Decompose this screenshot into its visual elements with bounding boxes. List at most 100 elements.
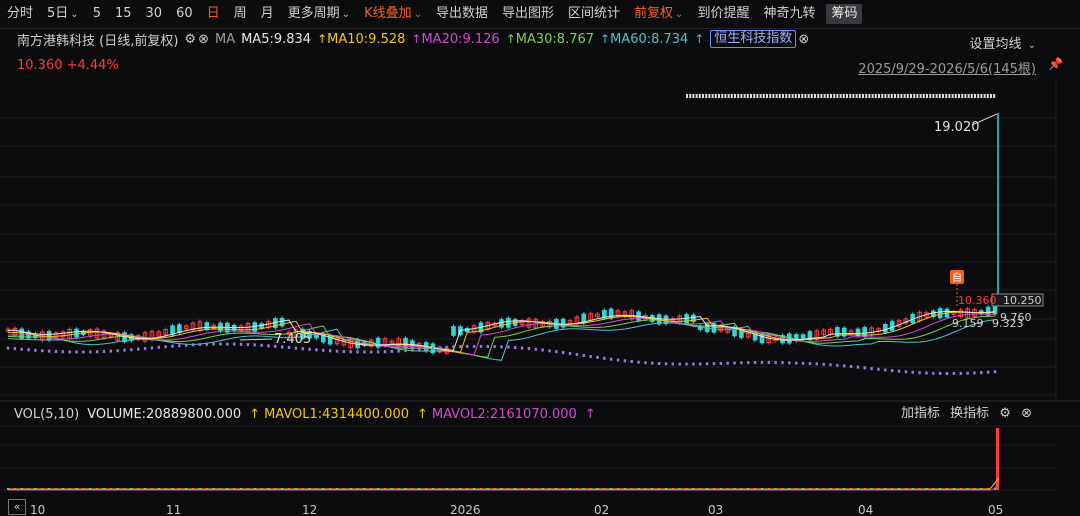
add-indicator-button[interactable]: 加指标 (901, 406, 940, 421)
index-overlay-point (13, 347, 17, 351)
top-marker (714, 94, 717, 98)
index-overlay-point (582, 353, 585, 357)
top-marker (967, 94, 970, 98)
top-marker (708, 94, 711, 98)
index-overlay-point (836, 363, 839, 367)
index-overlay-point (712, 362, 716, 366)
index-overlay-point (431, 346, 435, 350)
index-overlay-point (328, 349, 332, 353)
index-overlay-point (157, 345, 160, 349)
gear-icon[interactable]: ⚙ (999, 406, 1011, 421)
index-overlay-point (644, 361, 647, 365)
index-overlay-point (651, 361, 654, 365)
index-overlay-point (232, 342, 236, 346)
index-overlay-point (75, 350, 78, 354)
candle-body (451, 326, 456, 336)
index-overlay-point (609, 357, 613, 361)
close-icon[interactable]: ⊗ (1021, 406, 1032, 421)
index-overlay-point (555, 350, 558, 354)
index-overlay-point (630, 360, 633, 364)
top-marker (740, 94, 743, 98)
top-marker (807, 94, 810, 98)
index-overlay-point (520, 346, 524, 350)
top-marker (919, 94, 922, 98)
index-overlay-point (980, 371, 983, 375)
top-marker (686, 94, 688, 98)
top-marker (986, 94, 989, 98)
top-marker (718, 94, 720, 98)
index-overlay-point (130, 348, 133, 352)
index-overlay-point (514, 346, 517, 350)
top-marker (929, 94, 932, 98)
arrow-up-icon: ↑ (584, 406, 596, 422)
candle-body (937, 308, 943, 319)
x-axis-label: 12 (302, 503, 317, 516)
top-marker (900, 94, 903, 98)
index-overlay-point (993, 370, 997, 374)
index-overlay-point (116, 349, 119, 353)
index-overlay-point (767, 360, 771, 364)
top-marker (964, 94, 967, 98)
top-marker (730, 94, 733, 98)
top-marker (868, 94, 871, 98)
candle-body (889, 321, 895, 331)
index-overlay-point (897, 369, 901, 373)
switch-indicator-button[interactable]: 换指标 (950, 406, 989, 421)
index-overlay-point (418, 348, 421, 352)
index-overlay-point (89, 350, 92, 354)
top-marker (977, 94, 980, 98)
top-marker (958, 94, 960, 98)
top-marker (778, 94, 781, 98)
index-overlay-point (918, 371, 921, 375)
price-axis-label: 9.323 (992, 317, 1024, 330)
mavol1-value: MAVOL1:4314400.000 (264, 406, 409, 422)
index-overlay-point (411, 348, 414, 352)
index-overlay-point (322, 348, 325, 352)
index-overlay-point (34, 348, 37, 352)
index-overlay-point (102, 349, 106, 353)
index-overlay-point (945, 371, 949, 375)
top-marker (753, 94, 756, 98)
index-overlay-point (959, 371, 962, 375)
top-marker (990, 94, 992, 98)
index-overlay-point (938, 371, 942, 375)
index-overlay-point (733, 361, 736, 365)
index-overlay-point (719, 361, 723, 365)
top-marker (993, 94, 996, 98)
index-overlay-point (404, 349, 407, 353)
x-axis-label: 11 (166, 503, 181, 516)
index-overlay-point (143, 347, 147, 351)
price-axis-label: 9.159 (952, 317, 984, 330)
kline-chart[interactable]: 19.0207.405自10.25010.3609.7609.3239.1591… (0, 0, 1080, 516)
index-overlay-point (356, 350, 359, 354)
top-marker (942, 94, 944, 98)
candle-body (403, 337, 408, 348)
volume-tools: 加指标 换指标 ⚙ ⊗ (895, 403, 1032, 425)
x-axis-label: 02 (594, 503, 609, 516)
top-marker (833, 94, 836, 98)
index-overlay-point (301, 347, 304, 351)
index-overlay-point (424, 347, 428, 351)
index-overlay-point (335, 349, 339, 353)
top-marker (871, 94, 874, 98)
index-overlay-point (870, 367, 873, 371)
index-overlay-point (664, 362, 668, 366)
top-marker (926, 94, 928, 98)
top-marker (887, 94, 890, 98)
index-overlay-point (47, 349, 51, 353)
index-overlay-point (575, 352, 579, 356)
index-overlay-point (705, 362, 709, 366)
index-overlay-point (568, 352, 572, 356)
index-overlay-point (843, 364, 846, 368)
top-marker (702, 94, 704, 98)
index-overlay-point (109, 349, 113, 353)
price-axis-label: 10.250 (1003, 294, 1042, 307)
index-overlay-point (699, 362, 702, 366)
candle-body (684, 313, 689, 324)
top-marker (855, 94, 858, 98)
index-overlay-point (603, 356, 606, 360)
collapse-button[interactable]: « (8, 499, 26, 515)
index-overlay-point (541, 348, 544, 352)
ma5-line (7, 310, 996, 351)
index-overlay-point (589, 354, 592, 358)
